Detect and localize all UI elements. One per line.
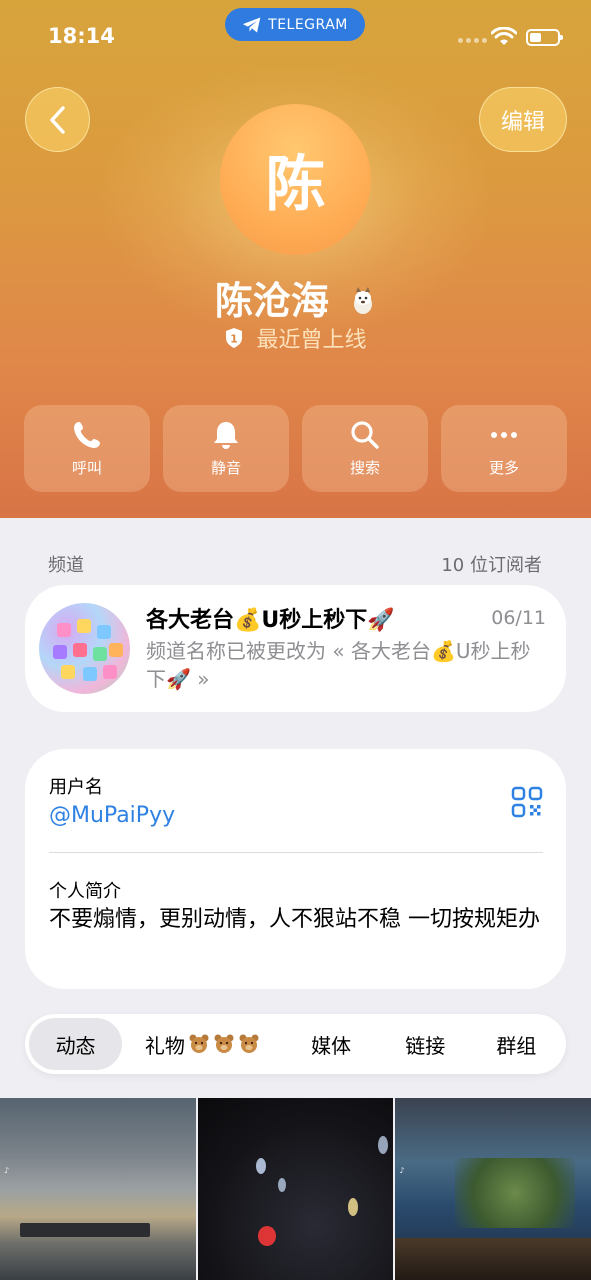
more-label: 更多 xyxy=(488,459,519,477)
battery-icon xyxy=(526,29,563,46)
svg-text:1: 1 xyxy=(231,333,239,346)
channel-avatar xyxy=(39,603,130,694)
tab-gifts-label: 礼物 xyxy=(144,1033,185,1058)
tab-media-label: 媒体 xyxy=(311,1033,352,1058)
signal-dots-icon xyxy=(458,38,487,43)
search-icon xyxy=(351,421,379,449)
tab-groups-label: 群组 xyxy=(496,1033,537,1058)
subscriber-count: 10 位订阅者 xyxy=(441,555,542,576)
bell-icon xyxy=(214,422,238,449)
phone-icon xyxy=(74,422,100,448)
tab-posts[interactable]: 动态 xyxy=(29,1018,123,1070)
channel-section-header: 频道 10 位订阅者 xyxy=(48,551,542,577)
media-thumbnail[interactable] xyxy=(197,1098,394,1280)
shield-icon: 1 xyxy=(226,328,243,348)
media-thumbnail[interactable]: ♪ xyxy=(395,1098,591,1280)
more-button[interactable]: 更多 xyxy=(441,405,567,492)
channel-date: 06/11 xyxy=(491,607,546,629)
channel-section-title: 频道 xyxy=(48,555,84,576)
back-button[interactable] xyxy=(25,87,90,152)
tab-groups[interactable]: 群组 xyxy=(471,1018,562,1070)
bear-icon xyxy=(239,1034,259,1053)
last-seen-text: 最近曾上线 xyxy=(256,328,367,353)
bear-icon xyxy=(214,1034,234,1053)
tiktok-icon: ♪ xyxy=(399,1166,405,1175)
mute-label: 静音 xyxy=(210,459,241,477)
tiktok-icon: ♪ xyxy=(4,1166,10,1175)
more-icon xyxy=(491,432,517,438)
call-label: 呼叫 xyxy=(71,459,102,477)
dog-icon[interactable] xyxy=(350,286,376,316)
media-grid: ♪ ♪ xyxy=(0,1098,591,1280)
info-card: 用户名 @MuPaiPyy 个人简介 不要煽情，更别动情，人不狠站不稳 一切按规… xyxy=(25,749,566,989)
call-button[interactable]: 呼叫 xyxy=(24,405,150,492)
bear-icon xyxy=(189,1034,209,1053)
tab-posts-label: 动态 xyxy=(55,1033,96,1058)
telegram-pill-label: TELEGRAM xyxy=(268,16,348,33)
last-seen-status: 1 最近曾上线 xyxy=(0,322,591,354)
tab-media[interactable]: 媒体 xyxy=(283,1018,380,1070)
edit-button[interactable]: 编辑 xyxy=(479,87,567,152)
search-label: 搜索 xyxy=(349,459,380,477)
channel-card[interactable]: 各大老台💰U秒上秒下🚀 06/11 频道名称已被更改为 « 各大老台💰U秒上秒下… xyxy=(25,585,566,712)
bio-label: 个人简介 xyxy=(49,881,121,902)
tab-links-label: 链接 xyxy=(405,1033,446,1058)
tab-gifts[interactable]: 礼物 xyxy=(122,1018,283,1070)
telegram-pill[interactable]: TELEGRAM xyxy=(225,8,365,41)
status-time: 18:14 xyxy=(48,24,115,48)
profile-tabs: 动态 礼物 媒体 链接 群组 xyxy=(25,1014,566,1074)
channel-description: 频道名称已被更改为 « 各大老台💰U秒上秒下🚀 » xyxy=(146,639,531,691)
action-buttons: 呼叫 静音 搜索 更多 xyxy=(24,405,567,492)
tab-links[interactable]: 链接 xyxy=(380,1018,471,1070)
info-divider xyxy=(49,852,543,853)
username-value[interactable]: @MuPaiPyy xyxy=(49,803,175,828)
qr-code-icon[interactable] xyxy=(511,786,543,818)
media-thumbnail[interactable]: ♪ xyxy=(0,1098,196,1280)
status-bar: 18:14 TELEGRAM xyxy=(0,0,591,70)
channel-title: 各大老台💰U秒上秒下🚀 xyxy=(146,608,395,633)
profile-header: 18:14 TELEGRAM 编辑 陈 陈沧海 1 最近曾上线 呼叫 静音 搜索… xyxy=(0,0,591,518)
profile-name-text: 陈沧海 xyxy=(214,279,329,323)
avatar[interactable]: 陈 xyxy=(220,104,371,255)
profile-name: 陈沧海 xyxy=(0,270,591,325)
username-label: 用户名 xyxy=(49,777,103,798)
bio-value: 不要煽情，更别动情，人不狠站不稳 一切按规矩办 xyxy=(49,907,540,932)
chevron-left-icon xyxy=(49,105,65,134)
wifi-icon xyxy=(491,27,517,45)
mute-button[interactable]: 静音 xyxy=(163,405,289,492)
search-button[interactable]: 搜索 xyxy=(302,405,428,492)
telegram-icon xyxy=(242,17,261,32)
